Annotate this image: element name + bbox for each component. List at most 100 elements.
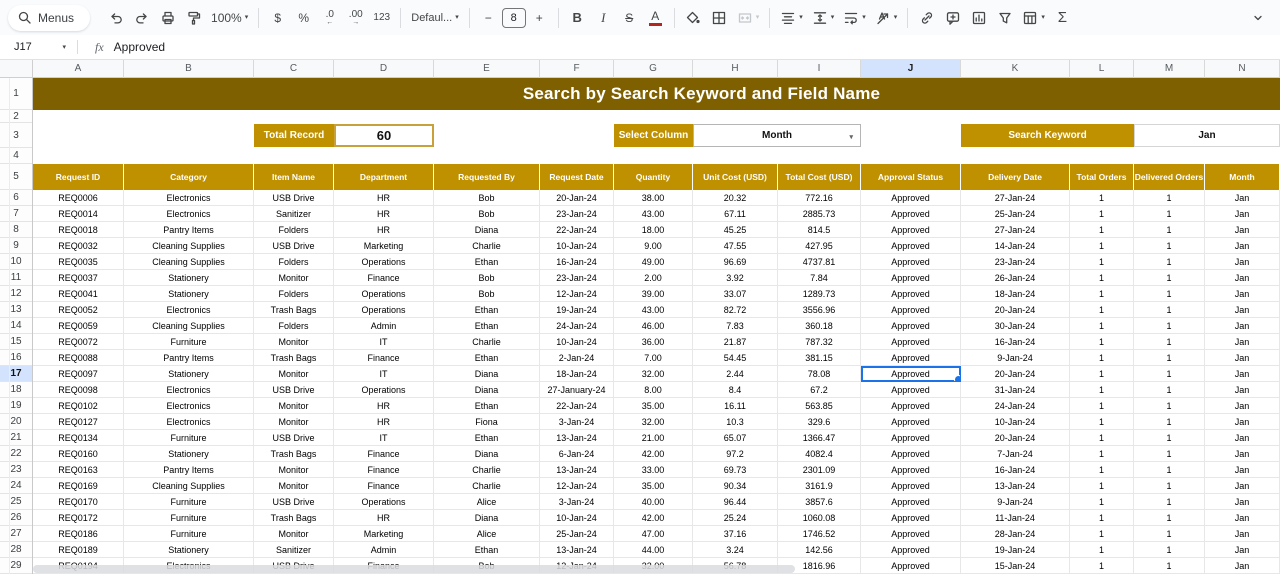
cell-N9[interactable]: Jan xyxy=(1205,238,1280,254)
cell-C8[interactable]: Folders xyxy=(254,222,334,238)
cell-N22[interactable]: Jan xyxy=(1205,446,1280,462)
cell-H14[interactable]: 7.83 xyxy=(693,318,778,334)
cell-E23[interactable]: Charlie xyxy=(434,462,540,478)
row-header-15[interactable]: 15 xyxy=(0,334,32,350)
cell-G9[interactable]: 9.00 xyxy=(614,238,693,254)
column-header-M[interactable]: M xyxy=(1134,60,1205,78)
cell-B7[interactable]: Electronics xyxy=(124,206,254,222)
row-header-3[interactable]: 3 xyxy=(0,123,32,148)
cell-F9[interactable]: 10-Jan-24 xyxy=(540,238,614,254)
cell-D13[interactable]: Operations xyxy=(334,302,434,318)
row-header-8[interactable]: 8 xyxy=(0,222,32,238)
cell-E16[interactable]: Ethan xyxy=(434,350,540,366)
cell-E11[interactable]: Bob xyxy=(434,270,540,286)
cell-B10[interactable]: Cleaning Supplies xyxy=(124,254,254,270)
cell-D12[interactable]: Operations xyxy=(334,286,434,302)
cell-K17[interactable]: 20-Jan-24 xyxy=(961,366,1070,382)
increase-decimal-button[interactable]: .00→ xyxy=(343,6,368,30)
menus-search[interactable]: Menus xyxy=(8,5,90,31)
paint-format-button[interactable] xyxy=(181,6,206,30)
cell-K9[interactable]: 14-Jan-24 xyxy=(961,238,1070,254)
cell-H21[interactable]: 65.07 xyxy=(693,430,778,446)
cell-E8[interactable]: Diana xyxy=(434,222,540,238)
bold-button[interactable]: B xyxy=(565,6,590,30)
cell-E28[interactable]: Ethan xyxy=(434,542,540,558)
cell-L6[interactable]: 1 xyxy=(1070,190,1134,206)
cell-J22[interactable]: Approved xyxy=(861,446,961,462)
row-header-28[interactable]: 28 xyxy=(0,542,32,558)
cell-D25[interactable]: Operations xyxy=(334,494,434,510)
cell-L11[interactable]: 1 xyxy=(1070,270,1134,286)
cell-L17[interactable]: 1 xyxy=(1070,366,1134,382)
cell-B14[interactable]: Cleaning Supplies xyxy=(124,318,254,334)
cell-M9[interactable]: 1 xyxy=(1134,238,1205,254)
column-header-F[interactable]: F xyxy=(540,60,614,78)
cell-K8[interactable]: 27-Jan-24 xyxy=(961,222,1070,238)
font-size-input[interactable]: 8 xyxy=(502,8,526,28)
cell-F21[interactable]: 13-Jan-24 xyxy=(540,430,614,446)
cell-M20[interactable]: 1 xyxy=(1134,414,1205,430)
cell-H25[interactable]: 96.44 xyxy=(693,494,778,510)
cell-F6[interactable]: 20-Jan-24 xyxy=(540,190,614,206)
cell-I14[interactable]: 360.18 xyxy=(778,318,861,334)
cell-J13[interactable]: Approved xyxy=(861,302,961,318)
cell-K11[interactable]: 26-Jan-24 xyxy=(961,270,1070,286)
cell-I23[interactable]: 2301.09 xyxy=(778,462,861,478)
cell-I19[interactable]: 563.85 xyxy=(778,398,861,414)
cell-K21[interactable]: 20-Jan-24 xyxy=(961,430,1070,446)
print-button[interactable] xyxy=(155,6,180,30)
row-header-27[interactable]: 27 xyxy=(0,526,32,542)
cell-G27[interactable]: 47.00 xyxy=(614,526,693,542)
cell-K23[interactable]: 16-Jan-24 xyxy=(961,462,1070,478)
column-header-G[interactable]: G xyxy=(614,60,693,78)
cell-B13[interactable]: Electronics xyxy=(124,302,254,318)
cell-N23[interactable]: Jan xyxy=(1205,462,1280,478)
cell-E25[interactable]: Alice xyxy=(434,494,540,510)
cell-H17[interactable]: 2.44 xyxy=(693,366,778,382)
row-header-4[interactable]: 4 xyxy=(0,148,32,164)
cell-L16[interactable]: 1 xyxy=(1070,350,1134,366)
cell-C13[interactable]: Trash Bags xyxy=(254,302,334,318)
column-header-E[interactable]: E xyxy=(434,60,540,78)
cell-F15[interactable]: 10-Jan-24 xyxy=(540,334,614,350)
cell-M13[interactable]: 1 xyxy=(1134,302,1205,318)
cell-G25[interactable]: 40.00 xyxy=(614,494,693,510)
row-header-6[interactable]: 6 xyxy=(0,190,32,206)
column-header-L[interactable]: L xyxy=(1070,60,1134,78)
cell-E7[interactable]: Bob xyxy=(434,206,540,222)
row-header-24[interactable]: 24 xyxy=(0,478,32,494)
cell-N27[interactable]: Jan xyxy=(1205,526,1280,542)
cell-A7[interactable]: REQ0014 xyxy=(33,206,124,222)
row-header-25[interactable]: 25 xyxy=(0,494,32,510)
borders-button[interactable] xyxy=(707,6,732,30)
cell-M16[interactable]: 1 xyxy=(1134,350,1205,366)
cell-A10[interactable]: REQ0035 xyxy=(33,254,124,270)
cell-L7[interactable]: 1 xyxy=(1070,206,1134,222)
cell-J11[interactable]: Approved xyxy=(861,270,961,286)
cell-N14[interactable]: Jan xyxy=(1205,318,1280,334)
hide-menus-button[interactable] xyxy=(1245,6,1270,30)
cell-M11[interactable]: 1 xyxy=(1134,270,1205,286)
cell-M8[interactable]: 1 xyxy=(1134,222,1205,238)
cell-I27[interactable]: 1746.52 xyxy=(778,526,861,542)
cell-A26[interactable]: REQ0172 xyxy=(33,510,124,526)
cell-C25[interactable]: USB Drive xyxy=(254,494,334,510)
cell-K22[interactable]: 7-Jan-24 xyxy=(961,446,1070,462)
cell-J21[interactable]: Approved xyxy=(861,430,961,446)
cell-J7[interactable]: Approved xyxy=(861,206,961,222)
cell-N12[interactable]: Jan xyxy=(1205,286,1280,302)
cell-M25[interactable]: 1 xyxy=(1134,494,1205,510)
cell-C7[interactable]: Sanitizer xyxy=(254,206,334,222)
cell-B25[interactable]: Furniture xyxy=(124,494,254,510)
cell-G23[interactable]: 33.00 xyxy=(614,462,693,478)
decrease-font-button[interactable]: − xyxy=(476,6,501,30)
row-header-22[interactable]: 22 xyxy=(0,446,32,462)
cell-I17[interactable]: 78.08 xyxy=(778,366,861,382)
cell-G10[interactable]: 49.00 xyxy=(614,254,693,270)
column-header-B[interactable]: B xyxy=(124,60,254,78)
cell-E20[interactable]: Fiona xyxy=(434,414,540,430)
cell-B9[interactable]: Cleaning Supplies xyxy=(124,238,254,254)
row-header-14[interactable]: 14 xyxy=(0,318,32,334)
cell-N20[interactable]: Jan xyxy=(1205,414,1280,430)
cell-G18[interactable]: 8.00 xyxy=(614,382,693,398)
